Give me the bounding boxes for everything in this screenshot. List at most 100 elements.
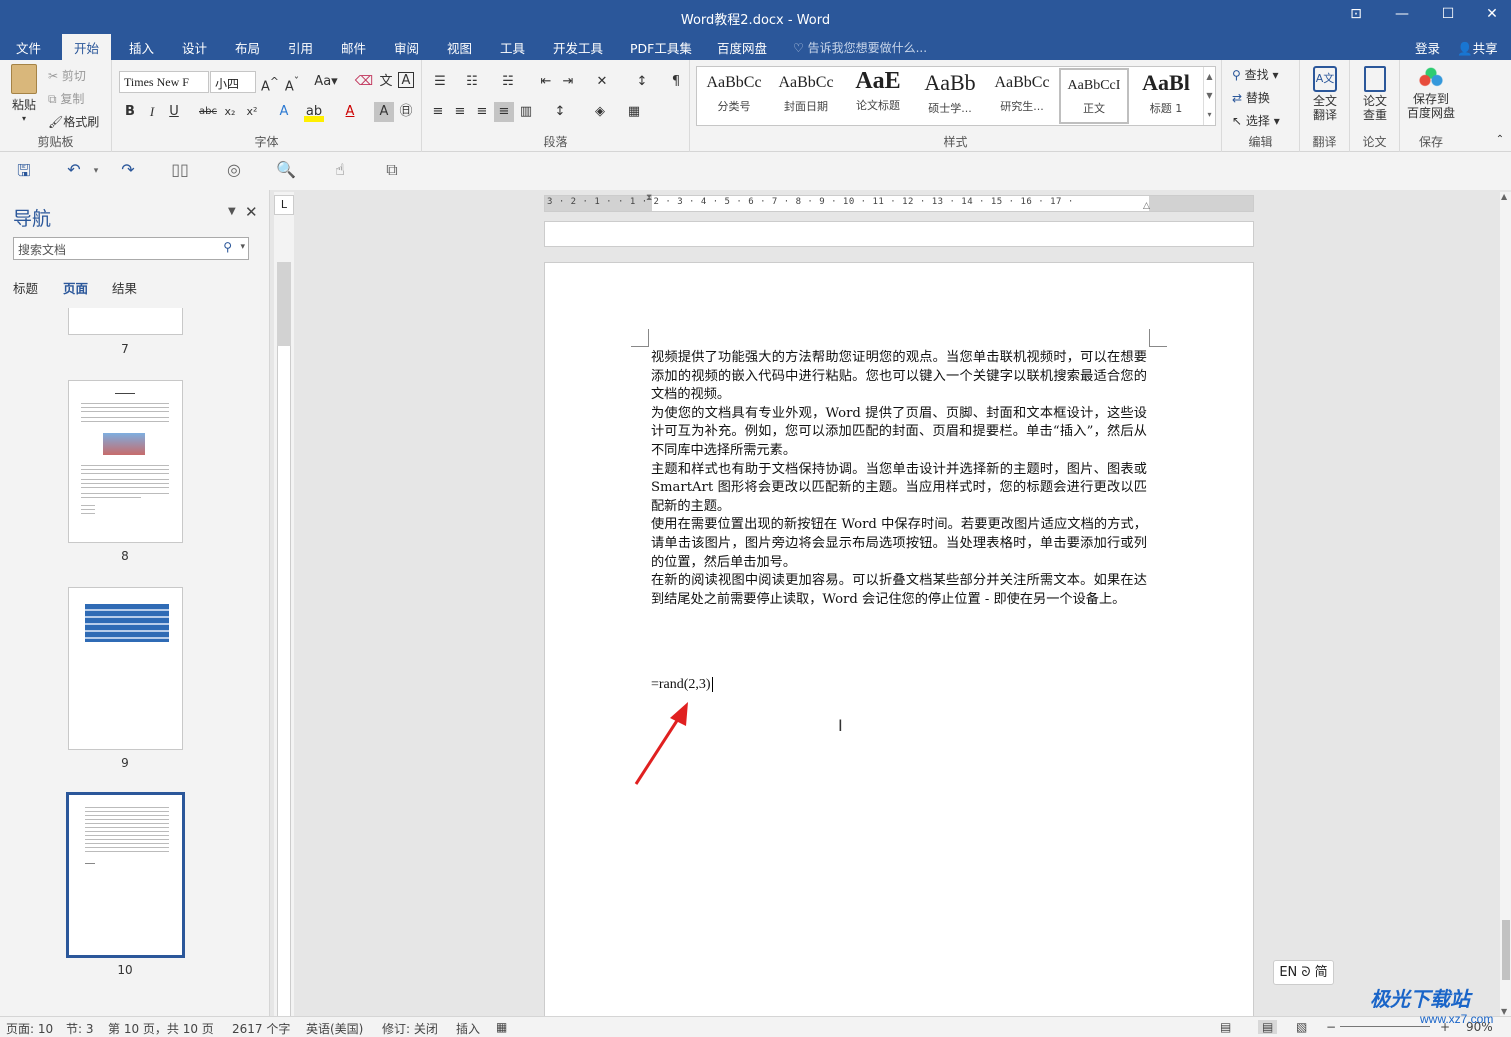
style-item[interactable]: AaBbCc 封面日期 — [771, 68, 841, 124]
vertical-scrollbar[interactable]: ▲ ▼ — [1500, 192, 1511, 1016]
touch-mode-icon[interactable]: ☝ — [328, 160, 352, 182]
pane-options-icon[interactable]: ▼ — [228, 206, 236, 217]
tab-view[interactable]: 视图 — [445, 38, 474, 57]
copy-button[interactable]: ⧉ 复制 — [48, 90, 84, 107]
nav-tab-headings[interactable]: 标题 — [13, 278, 38, 297]
minimize-button[interactable]: — — [1379, 6, 1425, 28]
phonetic-guide-icon[interactable]: 文 — [376, 72, 396, 92]
read-mode-icon[interactable]: ▤ — [1220, 1020, 1231, 1034]
document-page[interactable]: 视频提供了功能强大的方法帮助您证明您的观点。当您单击联机视频时，可以在想要添加的… — [544, 262, 1254, 1022]
justify-icon[interactable]: ≡ — [494, 102, 514, 122]
page-thumbnail[interactable] — [68, 308, 183, 335]
redo-icon[interactable]: ↷ — [116, 160, 140, 182]
full-translate-button[interactable]: A文 全文 翻译 — [1302, 66, 1348, 122]
paragraph[interactable]: 在新的阅读视图中阅读更加容易。可以折叠文档某些部分并关注所需文本。如果在达到结尾… — [651, 572, 1147, 609]
tab-developer[interactable]: 开发工具 — [551, 38, 605, 57]
two-pages-icon[interactable]: ▯▯ — [168, 160, 192, 182]
undo-dropdown-icon[interactable]: ▾ — [84, 166, 108, 188]
cut-button[interactable]: ✂ 剪切 — [48, 67, 86, 84]
paper-check-button[interactable]: 论文 查重 — [1352, 66, 1398, 122]
rand-formula-line[interactable]: =rand(2,3) — [651, 677, 713, 693]
macro-record-icon[interactable]: ▦ — [496, 1020, 507, 1034]
underline-icon[interactable]: U — [164, 102, 184, 122]
bold-icon[interactable]: B — [120, 102, 140, 122]
format-painter-button[interactable]: 🖌格式刷 — [48, 113, 99, 130]
tab-insert[interactable]: 插入 — [127, 38, 156, 57]
tab-references[interactable]: 引用 — [286, 38, 315, 57]
tab-review[interactable]: 审阅 — [392, 38, 421, 57]
scroll-thumb[interactable] — [1502, 920, 1510, 980]
scroll-up-icon[interactable]: ▲ — [1501, 192, 1507, 201]
borders-icon[interactable]: ▦ — [624, 102, 644, 122]
tab-baidu-netdisk[interactable]: 百度网盘 — [715, 38, 769, 57]
status-section[interactable]: 节: 3 — [66, 1020, 94, 1037]
web-layout-view-icon[interactable]: ▧ — [1296, 1020, 1307, 1034]
numbering-icon[interactable]: ☷ — [462, 72, 482, 92]
tab-layout[interactable]: 布局 — [233, 38, 262, 57]
replace-button[interactable]: ⇄ 替换 — [1232, 89, 1270, 106]
align-center-icon[interactable]: ≡ — [450, 102, 470, 122]
page-thumbnail[interactable] — [68, 587, 183, 750]
status-language[interactable]: 英语(美国) — [306, 1020, 363, 1037]
align-left-icon[interactable]: ≡ — [428, 102, 448, 122]
change-case-icon[interactable]: Aa▾ — [312, 72, 340, 92]
tab-tools[interactable]: 工具 — [498, 38, 527, 57]
styles-scroll[interactable]: ▲ ▼ ▾ — [1203, 67, 1215, 125]
style-item[interactable]: AaBbCc 研究生... — [987, 68, 1057, 124]
close-button[interactable]: ✕ — [1469, 6, 1511, 28]
save-icon[interactable]: 🖫 — [12, 160, 36, 182]
tab-design[interactable]: 设计 — [180, 38, 209, 57]
paste-button[interactable]: 粘贴 ▾ — [6, 64, 42, 126]
status-page-of[interactable]: 第 10 页，共 10 页 — [108, 1020, 214, 1037]
login-link[interactable]: 登录 — [1413, 38, 1442, 57]
print-preview-icon[interactable]: 🔍 — [274, 160, 298, 182]
chevron-down-icon[interactable]: ▾ — [240, 242, 245, 252]
paragraph[interactable]: 使用在需要位置出现的新按钮在 Word 中保存时间。若要更改图片适应文档的方式，… — [651, 516, 1147, 572]
style-item[interactable]: AaE 论文标题 — [843, 68, 913, 124]
select-button[interactable]: ↖ 选择 ▾ — [1232, 112, 1280, 129]
tab-selector[interactable]: L — [274, 195, 294, 215]
undo-icon[interactable]: ↶ — [62, 160, 86, 182]
tell-me-box[interactable]: ♡ 告诉我您想要做什么... — [793, 39, 927, 56]
scroll-down-icon[interactable]: ▼ — [1501, 1007, 1507, 1016]
sort-icon[interactable]: ↕ — [632, 72, 652, 92]
decrease-indent-icon[interactable]: ⇤ — [536, 72, 556, 92]
style-item[interactable]: AaBl 标题 1 — [1131, 68, 1201, 124]
zoom-out-icon[interactable]: − — [1326, 1020, 1336, 1034]
tab-mailings[interactable]: 邮件 — [339, 38, 368, 57]
paragraph[interactable]: 视频提供了功能强大的方法帮助您证明您的观点。当您单击联机视频时，可以在想要添加的… — [651, 349, 1147, 405]
highlight-icon[interactable]: ab — [304, 102, 324, 122]
style-item[interactable]: AaBb 硕士学... — [915, 68, 985, 124]
tab-file[interactable]: 文件 — [14, 38, 43, 57]
style-item[interactable]: AaBbCc 分类号 — [699, 68, 769, 124]
superscript-icon[interactable]: x² — [242, 102, 262, 122]
tab-pdf-tools[interactable]: PDF工具集 — [628, 38, 694, 57]
paragraph[interactable]: 为使您的文档具有专业外观，Word 提供了页眉、页脚、封面和文本框设计，这些设计… — [651, 405, 1147, 461]
style-item-selected[interactable]: AaBbCcI 正文 — [1059, 68, 1129, 124]
status-insert-mode[interactable]: 插入 — [456, 1020, 480, 1037]
status-word-count[interactable]: 2617 个字 — [232, 1020, 290, 1037]
font-size-combo[interactable]: 小四 — [210, 71, 256, 93]
save-to-netdisk-button[interactable]: 保存到 百度网盘 — [1402, 66, 1460, 120]
ribbon-display-options-icon[interactable]: ⊡ — [1333, 6, 1379, 28]
shrink-font-icon[interactable]: Aˇ — [282, 72, 302, 94]
status-track-changes[interactable]: 修订: 关闭 — [382, 1020, 438, 1037]
nav-tab-pages[interactable]: 页面 — [63, 278, 88, 297]
find-button[interactable]: ⚲ 查找 ▾ — [1232, 66, 1278, 83]
tab-home[interactable]: 开始 — [62, 34, 112, 60]
enclose-char-icon[interactable]: ㊐ — [396, 102, 416, 122]
ime-indicator[interactable]: EN ᘐ 简 — [1273, 960, 1334, 985]
document-body[interactable]: 视频提供了功能强大的方法帮助您证明您的观点。当您单击联机视频时，可以在想要添加的… — [651, 349, 1147, 609]
zoom-slider[interactable] — [1340, 1026, 1430, 1027]
maximize-button[interactable]: ☐ — [1425, 6, 1471, 28]
collapse-ribbon-icon[interactable]: ⌃ — [1490, 130, 1510, 150]
indent-marker[interactable]: ⧗ — [646, 193, 652, 203]
clear-format-icon[interactable]: ⌫ — [354, 72, 374, 92]
char-border-icon[interactable]: A — [398, 72, 414, 88]
paragraph[interactable]: 主题和样式也有助于文档保持协调。当您单击设计并选择新的主题时，图片、图表或 Sm… — [651, 461, 1147, 517]
page-thumbnail-current[interactable] — [66, 792, 185, 958]
text-effects-icon[interactable]: A — [274, 102, 294, 122]
page-thumbnail[interactable] — [68, 380, 183, 543]
web-layout-icon[interactable]: ◎ — [222, 160, 246, 182]
multilevel-list-icon[interactable]: ☵ — [498, 72, 518, 92]
